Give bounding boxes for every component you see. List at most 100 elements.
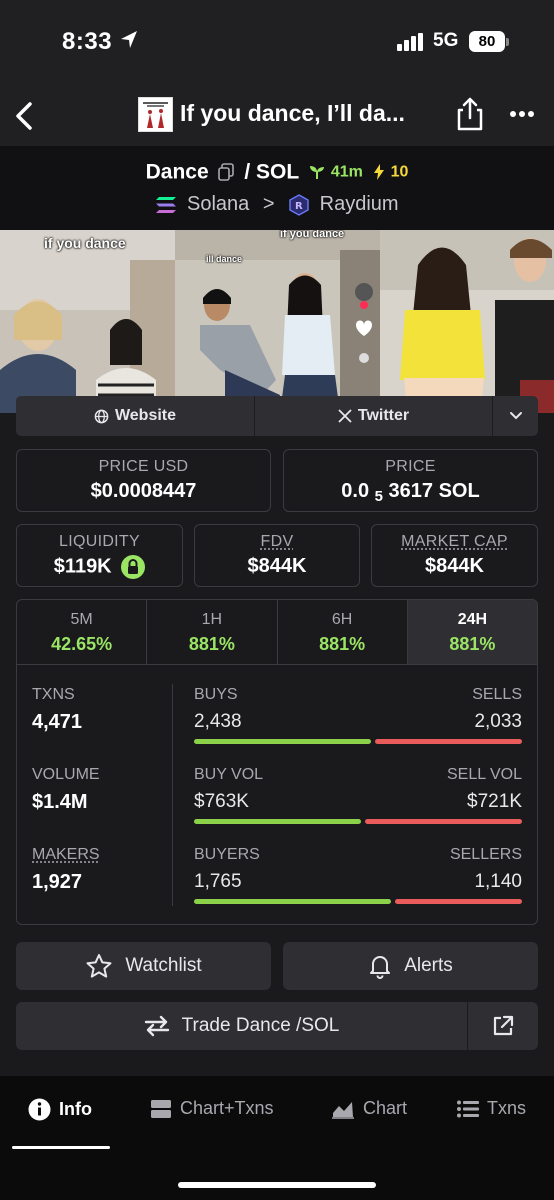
makers-label[interactable]: MAKERS <box>32 846 100 864</box>
open-external-button[interactable] <box>468 1002 538 1050</box>
tab-label: 5M <box>70 611 93 628</box>
price-usd-card: PRICE USD $0.0008447 <box>16 449 271 512</box>
token-thumbnail-art <box>141 100 170 128</box>
price-native-label: PRICE <box>385 458 436 475</box>
more-options-icon[interactable] <box>509 110 535 118</box>
price-native-zero-count: 5 <box>374 488 383 505</box>
tab-1h[interactable]: 1H 881% <box>147 600 278 664</box>
page-title: If you dance, I’ll da... <box>180 100 405 126</box>
trade-label: Trade Dance /SOL <box>181 1015 340 1036</box>
svg-text:R: R <box>295 201 303 212</box>
boost-count: 10 <box>390 163 409 181</box>
tab-txns[interactable]: Txns <box>457 1098 526 1119</box>
x-logo-icon <box>338 409 352 423</box>
banner-art <box>0 230 554 413</box>
liquidity-label: LIQUIDITY <box>59 533 140 550</box>
tab-label: 24H <box>457 611 488 628</box>
chain-line: Solana > R Raydium <box>0 193 554 216</box>
sells-label: SELLS <box>472 686 522 703</box>
star-icon <box>86 954 112 978</box>
location-arrow-icon <box>121 31 137 48</box>
external-link-icon <box>493 1015 514 1036</box>
pair-header: Dance / SOL 41m 10 Solana > R Raydium <box>0 146 554 230</box>
tab-chart-txns[interactable]: Chart+Txns <box>150 1098 274 1119</box>
watchlist-label: Watchlist <box>125 955 202 976</box>
raydium-icon: R <box>289 193 309 216</box>
fdv-label[interactable]: FDV <box>195 533 359 551</box>
battery-icon: 80 <box>469 31 505 52</box>
market-cap-value: $844K <box>425 555 484 577</box>
banner-caption-mid: ill dance <box>206 254 243 264</box>
twitter-label: Twitter <box>357 407 410 424</box>
market-cap-label[interactable]: MARKET CAP <box>372 533 537 551</box>
base-token-symbol: Dance <box>145 160 209 184</box>
alerts-label: Alerts <box>404 955 453 976</box>
sellers-value: 1,140 <box>474 871 522 892</box>
quote-token-symbol: / SOL <box>244 160 300 184</box>
info-icon <box>28 1098 51 1121</box>
sell-vol-value: $721K <box>467 791 522 812</box>
tab-chart-label: Chart <box>363 1098 408 1118</box>
twitter-button[interactable]: Twitter <box>255 396 492 436</box>
breadcrumb-separator: > <box>262 193 275 216</box>
chain-name[interactable]: Solana <box>187 193 249 215</box>
tab-change: 881% <box>319 634 366 654</box>
buys-bar <box>194 739 371 744</box>
layout-icon <box>151 1099 171 1118</box>
watchlist-button[interactable]: Watchlist <box>16 942 271 990</box>
liquidity-value-row: $119K <box>17 555 182 579</box>
alerts-button[interactable]: Alerts <box>283 942 538 990</box>
banner-caption-mid-top: if you dance <box>280 230 345 240</box>
trade-button[interactable]: Trade Dance /SOL <box>16 1002 467 1050</box>
sells-value: 2,033 <box>474 711 522 732</box>
list-icon <box>457 1100 479 1117</box>
copy-icon[interactable] <box>218 163 235 182</box>
price-native-rest: 3617 SOL <box>388 480 480 502</box>
buy-vol-value: $763K <box>194 791 249 812</box>
website-button[interactable]: Website <box>16 396 254 436</box>
tab-chart-txns-label: Chart+Txns <box>180 1098 274 1118</box>
tab-24h[interactable]: 24H 881% <box>407 600 537 664</box>
volume-label: VOLUME <box>32 766 100 783</box>
sell-vol-bar <box>365 819 522 824</box>
chevron-down-icon <box>509 412 522 420</box>
price-usd-value: $0.0008447 <box>90 480 197 502</box>
bell-icon <box>370 956 391 979</box>
swap-arrows-icon <box>144 1015 169 1037</box>
area-chart-icon <box>332 1101 354 1119</box>
tab-chart[interactable]: Chart <box>331 1098 407 1119</box>
tab-info[interactable]: Info <box>28 1098 92 1121</box>
market-cap-card: MARKET CAP $844K <box>371 524 538 587</box>
lock-icon[interactable] <box>121 555 146 579</box>
tab-5m[interactable]: 5M 42.65% <box>17 600 148 664</box>
transaction-stats-panel: 5M 42.65% 1H 881% 6H 881% 24H 881% TXNS … <box>16 599 538 925</box>
fdv-value: $844K <box>247 555 307 577</box>
buyers-bar <box>194 899 391 904</box>
price-native-card: PRICE 0.0 5 3617 SOL <box>283 449 538 512</box>
tab-6h[interactable]: 6H 881% <box>278 600 408 664</box>
sellers-bar <box>395 899 522 904</box>
lightning-icon <box>373 164 384 181</box>
share-icon[interactable] <box>455 96 485 132</box>
status-time: 8:33 <box>62 28 113 55</box>
tab-change: 42.65% <box>51 634 113 654</box>
active-tab-indicator <box>12 1146 110 1149</box>
pair-line: Dance / SOL 41m 10 <box>0 160 554 184</box>
buys-value: 2,438 <box>194 711 242 732</box>
globe-icon <box>94 409 109 423</box>
nav-bar: If you dance, I’ll da... <box>0 88 554 146</box>
banner-caption-left: if you dance <box>44 235 126 251</box>
back-chevron-icon[interactable] <box>10 98 40 134</box>
volume-value: $1.4M <box>32 791 88 813</box>
token-thumbnail <box>138 97 173 132</box>
sell-vol-label: SELL VOL <box>446 766 522 783</box>
dex-name[interactable]: Raydium <box>320 193 399 215</box>
fdv-card: FDV $844K <box>194 524 360 587</box>
home-indicator <box>178 1182 376 1188</box>
column-divider <box>172 684 173 906</box>
status-bar: 8:33 5G 80 <box>0 0 554 88</box>
more-links-button[interactable] <box>493 396 538 436</box>
tab-change: 881% <box>188 634 235 654</box>
buy-vol-label: BUY VOL <box>194 766 264 783</box>
sellers-label: SELLERS <box>449 846 522 863</box>
